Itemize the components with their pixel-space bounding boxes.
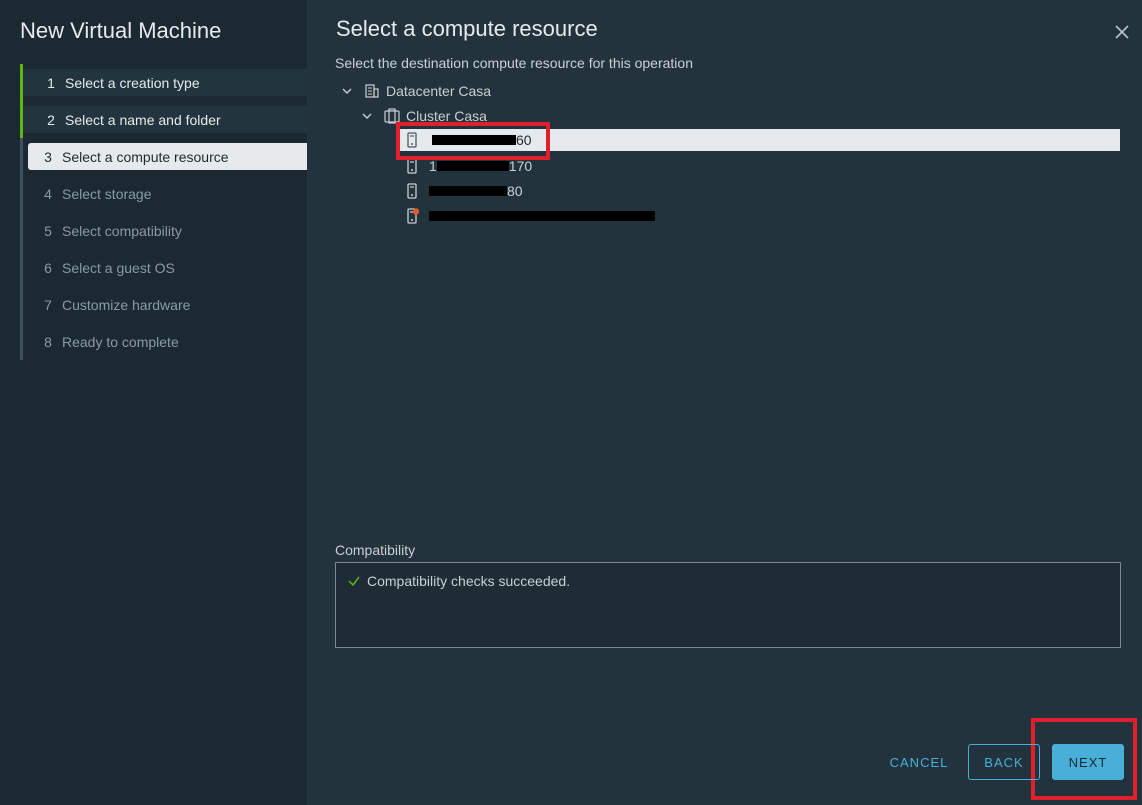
step-creation-type[interactable]: 1 Select a creation type	[20, 64, 307, 101]
step-number: 4	[44, 185, 52, 202]
back-button[interactable]: BACK	[968, 744, 1040, 780]
page-title: Select a compute resource	[336, 16, 598, 41]
step-compatibility: 5 Select compatibility	[20, 212, 307, 249]
check-icon	[348, 576, 360, 587]
step-indicator	[20, 323, 23, 360]
step-label: Customize hardware	[62, 296, 191, 313]
step-number: 3	[44, 148, 52, 165]
step-label: Select compatibility	[62, 222, 182, 239]
step-customize-hardware: 7 Customize hardware	[20, 286, 307, 323]
highlight-box-host	[396, 122, 550, 160]
step-label: Select a creation type	[65, 74, 200, 91]
compatibility-message: Compatibility checks succeeded.	[367, 573, 571, 589]
tree-label-datacenter: Datacenter Casa	[386, 83, 492, 99]
page-subtitle: Select the destination compute resource …	[335, 55, 693, 71]
step-indicator	[20, 101, 23, 138]
host-icon	[407, 158, 417, 174]
step-guest-os: 6 Select a guest OS	[20, 249, 307, 286]
step-number: 6	[44, 259, 52, 276]
step-compute-resource[interactable]: 3 Select a compute resource	[20, 138, 307, 175]
step-indicator	[20, 138, 23, 175]
cancel-button[interactable]: CANCEL	[882, 744, 956, 780]
close-icon[interactable]	[1112, 22, 1132, 42]
tree-label-host: 170	[508, 158, 533, 174]
step-indicator	[20, 212, 23, 249]
step-indicator	[20, 286, 23, 323]
chevron-down-icon[interactable]	[360, 109, 374, 123]
next-button[interactable]: NEXT	[1052, 744, 1124, 780]
step-indicator	[20, 175, 23, 212]
step-label: Select a name and folder	[65, 111, 221, 128]
step-number: 7	[44, 296, 52, 313]
step-name-folder[interactable]: 2 Select a name and folder	[20, 101, 307, 138]
tree-node-host[interactable]	[404, 205, 655, 227]
step-indicator	[20, 64, 23, 101]
wizard-steps: 1 Select a creation type 2 Select a name…	[20, 64, 307, 365]
step-ready-to-complete: 8 Ready to complete	[20, 323, 307, 360]
step-label: Select a guest OS	[62, 259, 175, 276]
wizard-sidebar: New Virtual Machine 1 Select a creation …	[0, 0, 307, 805]
compatibility-status: Compatibility checks succeeded.	[347, 573, 570, 589]
chevron-down-icon[interactable]	[340, 84, 354, 98]
host-icon	[407, 183, 417, 199]
step-number: 8	[44, 333, 52, 350]
tree-label-host: 80	[507, 183, 523, 199]
step-number: 5	[44, 222, 52, 239]
step-label: Ready to complete	[62, 333, 179, 350]
step-label: Select a compute resource	[62, 148, 229, 165]
compatibility-label: Compatibility	[335, 542, 416, 558]
compatibility-panel: Compatibility checks succeeded.	[335, 562, 1121, 648]
step-number: 1	[47, 74, 55, 91]
step-number: 2	[47, 111, 55, 128]
tree-node-host[interactable]: 80	[404, 180, 523, 202]
datacenter-icon	[365, 84, 379, 98]
wizard-title: New Virtual Machine	[20, 18, 222, 43]
tree-label-host-prefix: 1	[429, 158, 437, 174]
redacted-host-name	[429, 186, 507, 196]
redacted-host-name	[436, 161, 509, 171]
step-label: Select storage	[62, 185, 152, 202]
step-storage: 4 Select storage	[20, 175, 307, 212]
host-warning-icon	[407, 208, 420, 224]
step-indicator	[20, 249, 23, 286]
tree-node-datacenter[interactable]: Datacenter Casa	[340, 80, 491, 102]
redacted-host-name	[429, 211, 655, 221]
